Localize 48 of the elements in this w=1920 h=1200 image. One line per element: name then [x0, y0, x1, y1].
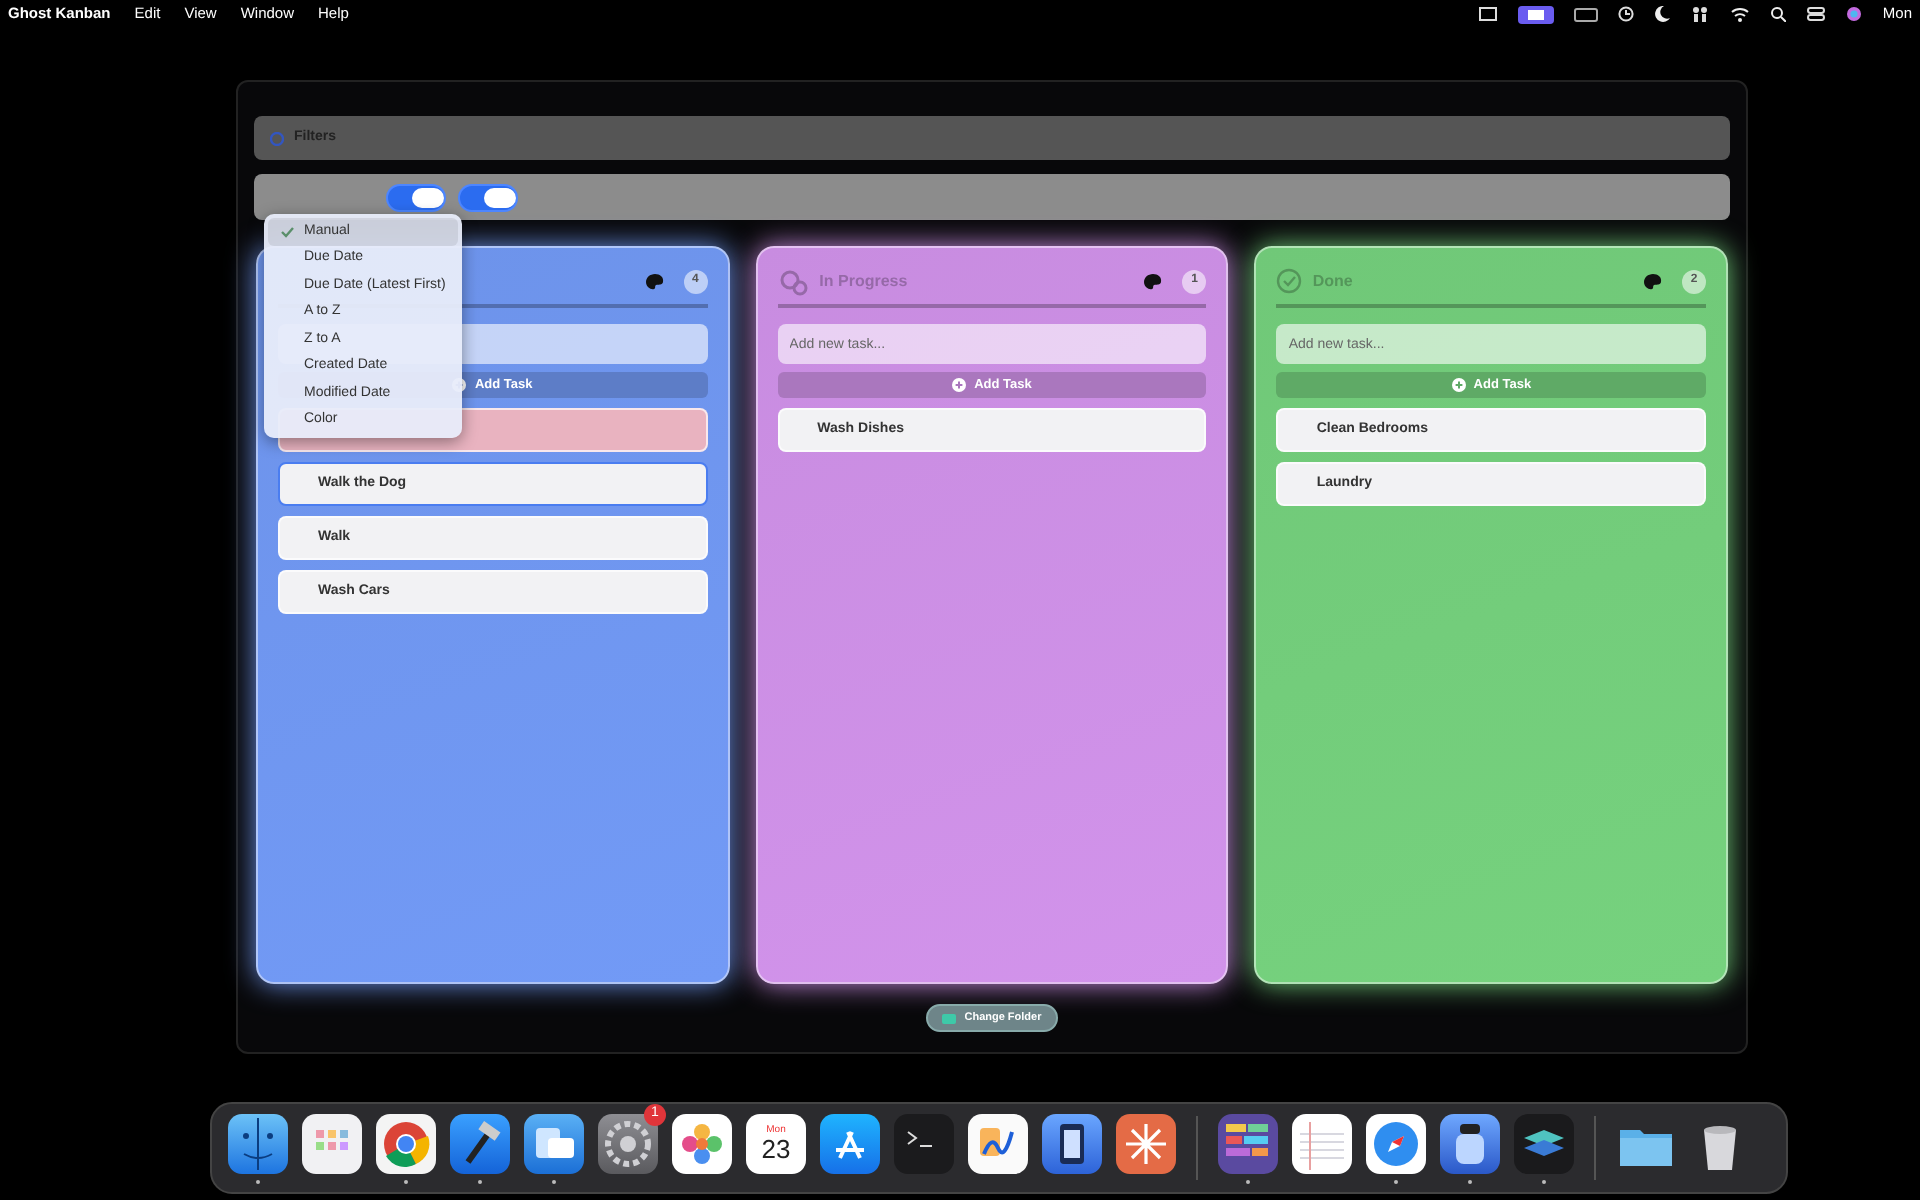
- checkmark-icon: [280, 225, 294, 238]
- plus-circle-icon: [1451, 378, 1466, 392]
- browser-icon[interactable]: [376, 1113, 436, 1173]
- phone-icon[interactable]: [1042, 1113, 1102, 1173]
- palette-icon[interactable]: [1144, 273, 1163, 289]
- calendar-date: 23: [761, 1135, 791, 1161]
- toggle-switch[interactable]: [386, 183, 446, 211]
- control-center-icon[interactable]: [1806, 6, 1827, 22]
- wifi-icon[interactable]: [1730, 6, 1751, 22]
- flower-icon[interactable]: [672, 1113, 732, 1173]
- lined-paper-icon[interactable]: [1292, 1113, 1352, 1173]
- toggle-switch[interactable]: [458, 183, 518, 211]
- hammer-icon[interactable]: [450, 1113, 510, 1173]
- people-icon[interactable]: [1690, 6, 1711, 22]
- siri-icon[interactable]: [1846, 6, 1863, 22]
- scribble-icon[interactable]: [968, 1113, 1028, 1173]
- jar-icon[interactable]: [1440, 1113, 1500, 1173]
- folder-icon: [942, 1014, 957, 1024]
- running-indicator: [552, 1179, 556, 1183]
- filter-icon: [270, 131, 284, 145]
- running-indicator: [1542, 1179, 1546, 1183]
- battery-icon[interactable]: [1574, 7, 1599, 21]
- running-indicator: [1246, 1179, 1250, 1183]
- layers-icon[interactable]: [1514, 1113, 1574, 1173]
- compass-icon[interactable]: [1366, 1113, 1426, 1173]
- windows-icon[interactable]: [524, 1113, 584, 1173]
- gears-icon: [777, 267, 810, 295]
- running-indicator: [1394, 1179, 1398, 1183]
- finder-face-icon[interactable]: [228, 1113, 288, 1173]
- running-indicator: [478, 1179, 482, 1183]
- running-indicator: [1468, 1179, 1472, 1183]
- checkmark-circle-icon: [1276, 268, 1303, 294]
- gear-icon[interactable]: [598, 1113, 658, 1173]
- clock-icon[interactable]: [1618, 6, 1635, 22]
- column-title: In Progress: [819, 269, 908, 293]
- app-grid-icon[interactable]: [302, 1113, 362, 1173]
- search-icon[interactable]: [1770, 6, 1787, 22]
- window-icon[interactable]: [1478, 6, 1499, 22]
- palette-icon[interactable]: [645, 273, 664, 289]
- app-store-icon[interactable]: [820, 1113, 880, 1173]
- color-blocks-icon[interactable]: [1218, 1113, 1278, 1173]
- palette-icon[interactable]: [1644, 273, 1663, 289]
- display-icon[interactable]: [1518, 5, 1555, 23]
- running-indicator: [256, 1179, 260, 1183]
- starburst-icon[interactable]: [1116, 1113, 1176, 1173]
- plus-circle-icon: [952, 378, 967, 392]
- moon-icon[interactable]: [1654, 6, 1671, 22]
- running-indicator: [404, 1179, 408, 1183]
